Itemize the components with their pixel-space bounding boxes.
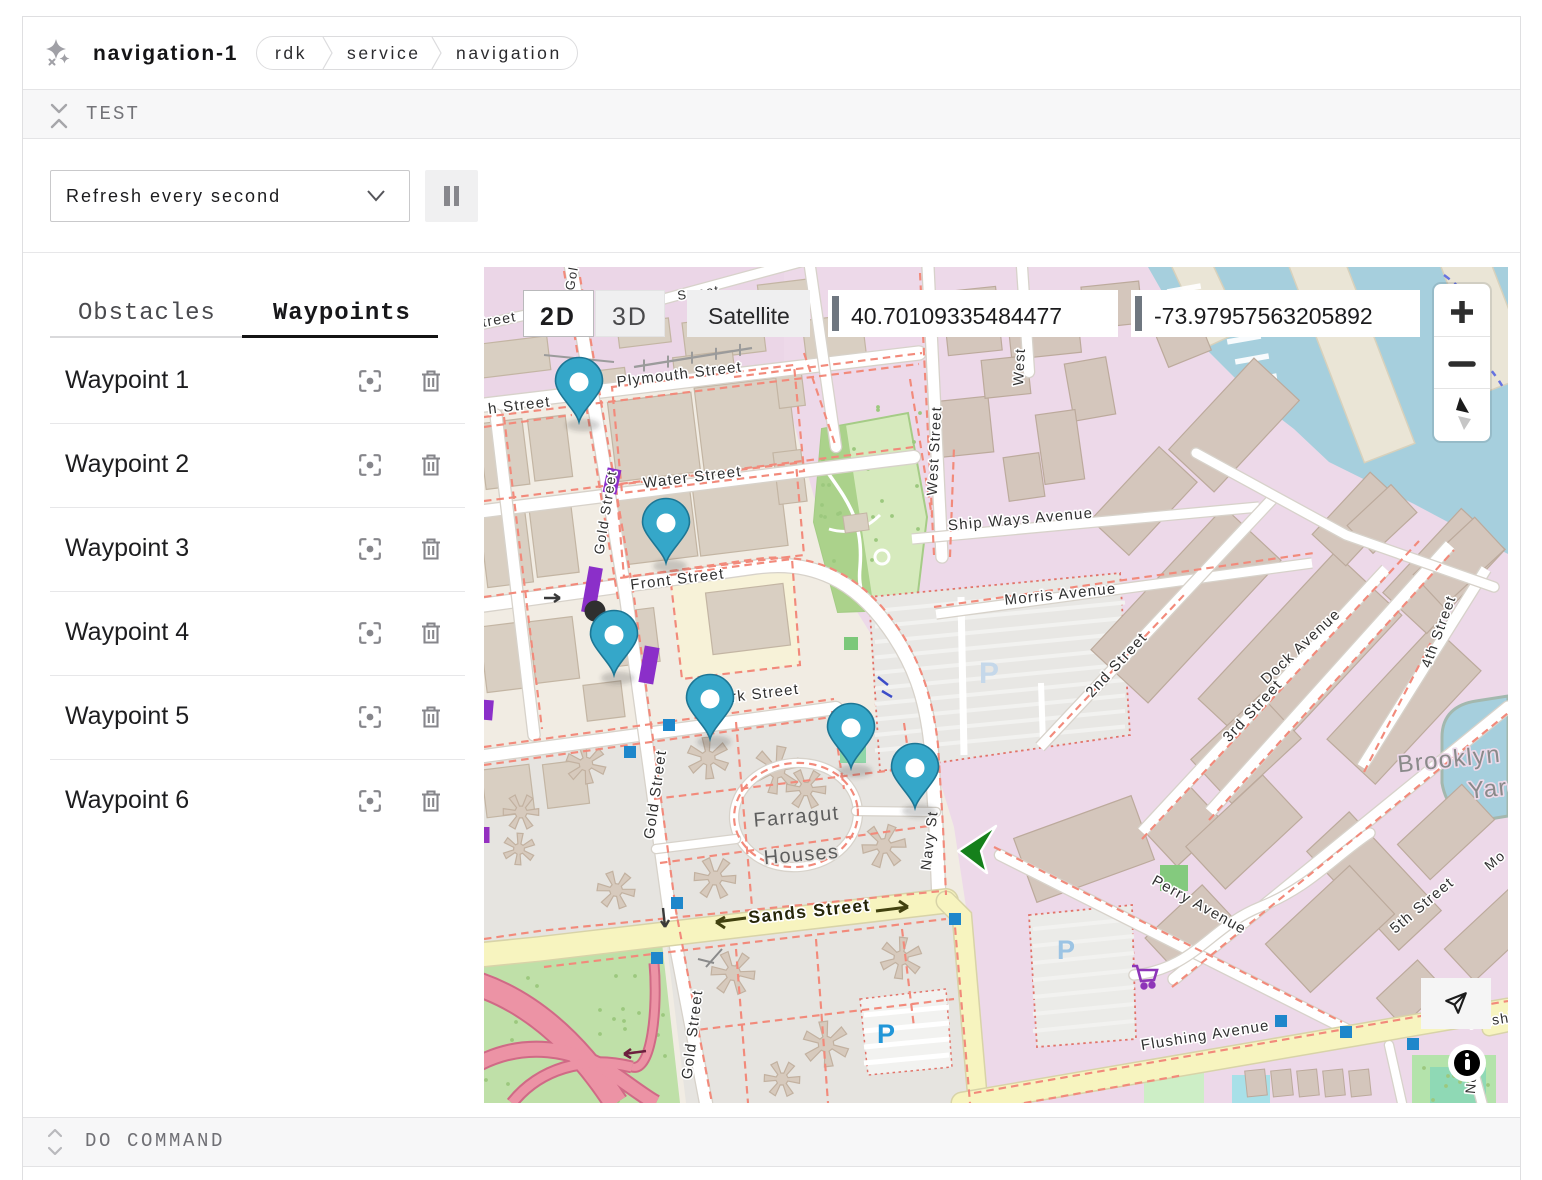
svg-text:P: P <box>1057 935 1075 965</box>
svg-text:P: P <box>877 1019 895 1049</box>
svg-text:Yard: Yard <box>1467 772 1508 805</box>
svg-text:West: West <box>1011 347 1029 386</box>
svg-text:P: P <box>979 657 999 690</box>
